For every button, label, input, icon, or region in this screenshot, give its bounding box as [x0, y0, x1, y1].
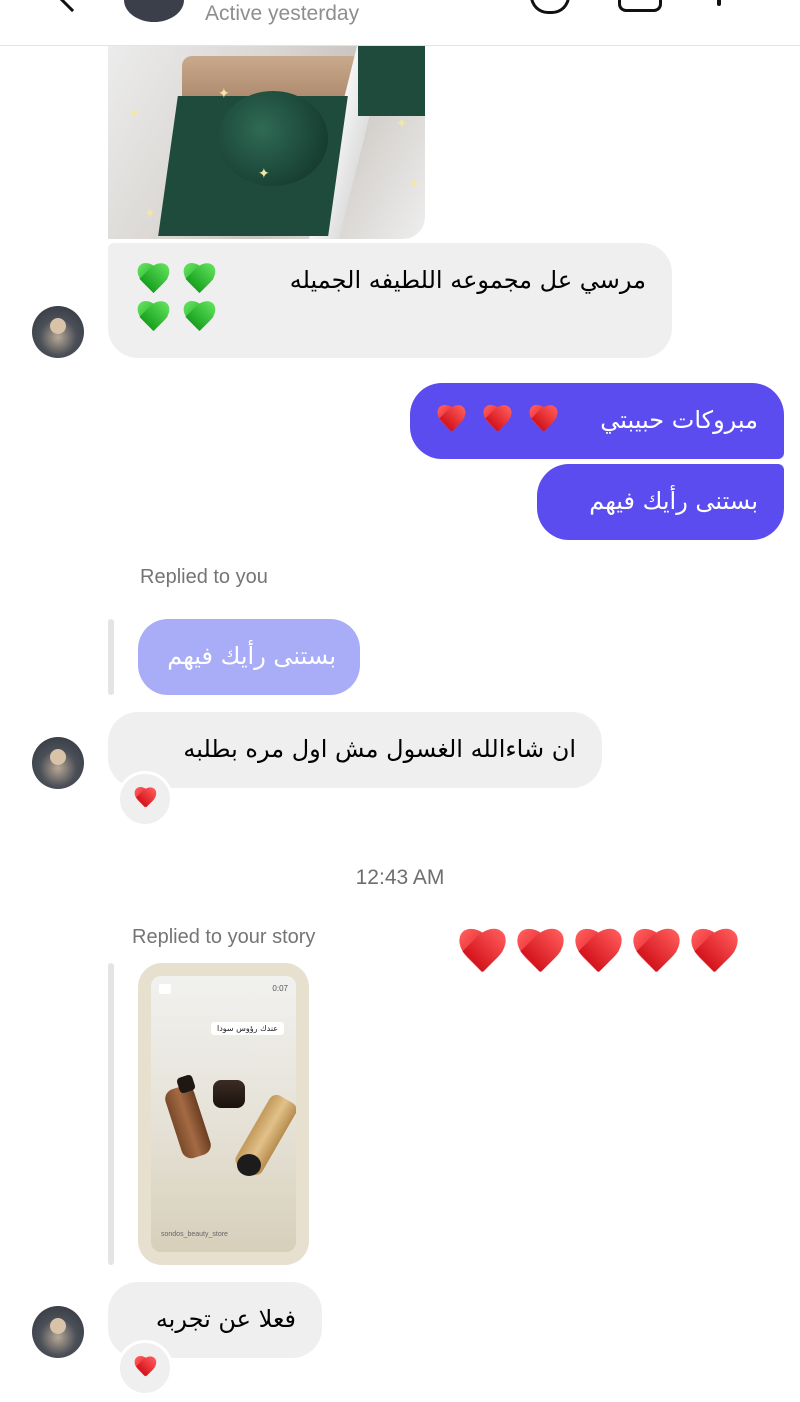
red-hearts	[434, 404, 574, 440]
sparkle-icon: ✦	[144, 206, 156, 222]
video-icon[interactable]	[618, 0, 662, 12]
sparkle-icon: ✦	[218, 86, 230, 102]
heart-emoji-icon	[686, 930, 742, 980]
heart-row	[454, 928, 754, 984]
message-bubble-outgoing[interactable]: بستنى رأيك فيهم	[537, 464, 784, 540]
contact-avatar[interactable]	[124, 0, 184, 22]
message-bubble-incoming[interactable]: ان شاءالله الغسول مش اول مره بطلبه	[108, 712, 602, 788]
sparkle-icon: ✦	[396, 116, 408, 132]
reply-indicator-bar	[108, 963, 114, 1265]
sender-avatar[interactable]	[32, 1306, 84, 1358]
sparkle-icon: ✦	[258, 166, 270, 182]
reply-indicator-bar	[108, 619, 114, 695]
heart-emoji-icon	[454, 930, 510, 980]
sparkle-icon: ✦	[408, 176, 420, 192]
green-heart-emoji-icon	[180, 302, 218, 336]
story-image: 0:07 عندك رؤوس سودا sondos_beauty_store	[151, 976, 296, 1252]
chat-header: Active yesterday	[0, 0, 800, 46]
heart-emoji-icon	[628, 930, 684, 980]
sparkle-icon: ✦	[128, 106, 140, 122]
story-tube-cap	[237, 1154, 261, 1176]
story-caption: عندك رؤوس سودا	[211, 1022, 285, 1035]
heart-emoji-icon	[570, 930, 626, 980]
photo-green-box-2	[358, 46, 425, 116]
story-badge-icon	[159, 984, 171, 994]
quoted-message-text: بستنى رأيك فيهم	[167, 642, 336, 670]
sender-avatar[interactable]	[32, 737, 84, 789]
story-time: 0:07	[272, 984, 288, 993]
story-preview[interactable]: 0:07 عندك رؤوس سودا sondos_beauty_store	[138, 963, 309, 1265]
green-heart-emoji-icon	[134, 264, 172, 298]
heart-emoji-icon	[434, 406, 468, 436]
message-text: ان شاءالله الغسول مش اول مره بطلبه	[183, 735, 576, 763]
reaction-badge[interactable]	[117, 771, 173, 827]
heart-emoji-icon	[480, 406, 514, 436]
shared-photo[interactable]: ✦ ✦ ✦ ✦ ✦ ✦	[108, 46, 425, 239]
active-status: Active yesterday	[205, 2, 360, 25]
story-bottle	[162, 1083, 214, 1161]
message-text: بستنى رأيك فيهم	[589, 487, 758, 515]
info-icon[interactable]	[717, 0, 721, 6]
green-heart-emoji-icon	[134, 302, 172, 336]
story-reply-label: Replied to your story	[132, 926, 316, 948]
heart-emoji-icon	[512, 930, 568, 980]
reaction-badge[interactable]	[117, 1340, 173, 1396]
quoted-message[interactable]: بستنى رأيك فيهم	[138, 619, 360, 695]
story-username: sondos_beauty_store	[161, 1231, 228, 1238]
sender-avatar[interactable]	[32, 306, 84, 358]
back-chevron-icon[interactable]	[57, 0, 87, 13]
heart-emoji-icon	[132, 1357, 158, 1380]
timestamp: 12:43 AM	[355, 866, 445, 889]
heart-emoji-icon	[526, 406, 560, 436]
reply-label: Replied to you	[140, 566, 268, 588]
heart-emoji-icon	[132, 788, 158, 811]
photo-jar	[218, 91, 328, 186]
story-jar	[213, 1080, 245, 1108]
phone-icon[interactable]	[530, 0, 570, 14]
message-text: فعلا عن تجربه	[155, 1305, 296, 1333]
green-heart-emoji-icon	[180, 264, 218, 298]
